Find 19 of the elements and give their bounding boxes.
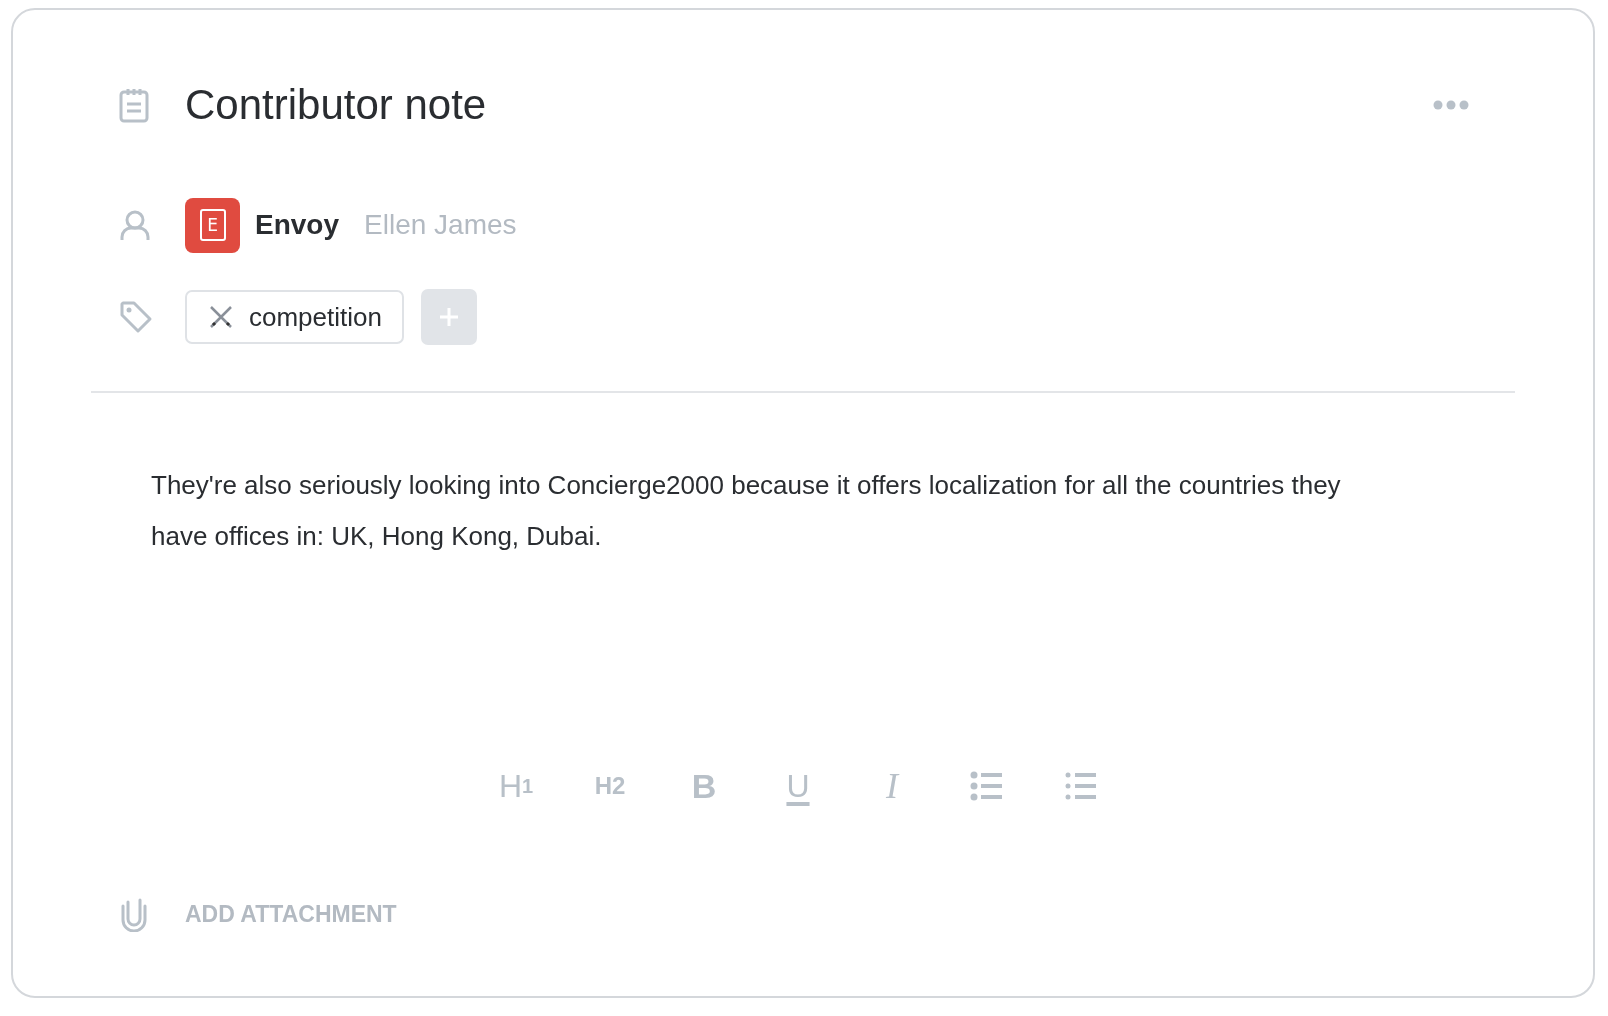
tag-chip[interactable]: competition [185, 290, 404, 344]
plus-icon [438, 307, 459, 327]
note-text: They're also seriously looking into Concierge2000 because it offers localization for all the countries they have offices in: UK, Hong Kong, Dubai. [151, 469, 1342, 553]
tag-label: competition [249, 301, 382, 333]
heading-2-button[interactable]: H2 [589, 766, 631, 806]
add-attachment-link[interactable]: ADD ATTACHMENT [185, 900, 397, 928]
person-icon [119, 209, 151, 241]
contact-name[interactable]: Ellen James [364, 209, 517, 241]
logo-letter: E [199, 209, 226, 241]
add-tag-button[interactable] [420, 289, 477, 345]
tag-icon [119, 300, 153, 334]
underline-button[interactable]: U [777, 766, 819, 806]
italic-button[interactable]: I [871, 766, 913, 806]
bold-button[interactable]: B [683, 766, 725, 806]
company-name[interactable]: Envoy [255, 209, 340, 241]
note-title: Contributor note [185, 81, 488, 129]
paperclip-icon [119, 896, 149, 932]
more-icon [1433, 100, 1469, 110]
notepad-icon [119, 87, 149, 123]
